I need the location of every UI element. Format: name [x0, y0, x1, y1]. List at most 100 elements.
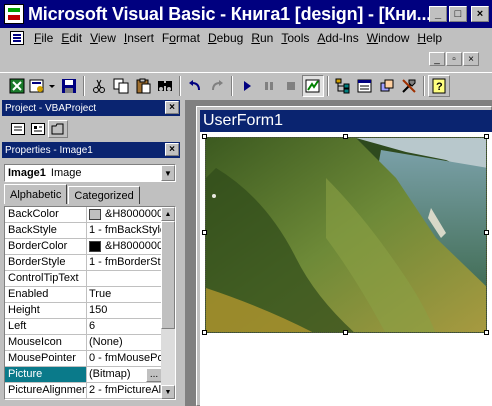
property-row[interactable]: PictureAlignment 2 - fmPictureAl	[5, 383, 163, 399]
property-row[interactable]: MousePointer 0 - fmMousePo	[5, 351, 163, 367]
property-value[interactable]: (Bitmap) ...	[87, 367, 163, 382]
redo-icon[interactable]	[206, 75, 228, 97]
break-icon[interactable]	[258, 75, 280, 97]
project-pane-toolbar	[2, 118, 180, 140]
menu-help[interactable]: Help	[413, 31, 446, 45]
menu-view[interactable]: View	[86, 31, 120, 45]
menu-run[interactable]: Run	[247, 31, 277, 45]
property-value[interactable]: &H8000000	[87, 239, 163, 254]
find-icon[interactable]	[154, 75, 176, 97]
toolbar-separator	[423, 75, 425, 96]
property-value[interactable]: 1 - fmBackStyle	[87, 223, 163, 238]
resize-handle[interactable]	[202, 230, 207, 235]
property-row[interactable]: MouseIcon (None)	[5, 335, 163, 351]
menu-insert[interactable]: Insert	[120, 31, 158, 45]
toolbox-icon[interactable]	[398, 75, 420, 97]
run-icon[interactable]	[236, 75, 258, 97]
chevron-down-icon[interactable]: ▼	[161, 165, 175, 181]
property-row[interactable]: BorderStyle 1 - fmBorderSt	[5, 255, 163, 271]
property-grid: BackColor &H8000000 BackStyle 1 - fmBack…	[4, 206, 176, 400]
title-bar: Microsoft Visual Basic - Книга1 [design]…	[0, 0, 492, 28]
project-explorer-icon[interactable]	[332, 75, 354, 97]
vba-app-icon[interactable]	[4, 4, 24, 24]
menu-format[interactable]: Format	[158, 31, 204, 45]
mdi-restore-button[interactable]: ▫	[446, 52, 462, 66]
maximize-button[interactable]: □	[449, 6, 467, 22]
property-value[interactable]	[87, 271, 163, 286]
undo-icon[interactable]	[184, 75, 206, 97]
tab-categorized[interactable]: Categorized	[68, 186, 140, 204]
property-row[interactable]: BackStyle 1 - fmBackStyle	[5, 223, 163, 239]
property-value[interactable]: True	[87, 287, 163, 302]
resize-handle[interactable]	[202, 330, 207, 335]
property-name: BorderColor	[5, 239, 87, 254]
property-row[interactable]: Enabled True	[5, 287, 163, 303]
object-browser-icon[interactable]	[376, 75, 398, 97]
menu-edit[interactable]: Edit	[57, 31, 86, 45]
properties-scrollbar[interactable]: ▲ ▼	[161, 207, 175, 399]
copy-icon[interactable]	[110, 75, 132, 97]
resize-handle[interactable]	[484, 230, 489, 235]
insert-userform-icon[interactable]	[28, 75, 58, 97]
property-row[interactable]: ControlTipText	[5, 271, 163, 287]
resize-handle[interactable]	[343, 330, 348, 335]
menu-add-ins[interactable]: Add-Ins	[313, 31, 362, 45]
mdi-window-controls: _ ▫ ×	[428, 52, 490, 66]
property-name: Enabled	[5, 287, 87, 302]
property-value[interactable]: 150	[87, 303, 163, 318]
help-icon[interactable]: ?	[428, 74, 450, 97]
property-value[interactable]: &H8000000	[87, 207, 163, 222]
property-value[interactable]: (None)	[87, 335, 163, 350]
resize-handle[interactable]	[484, 330, 489, 335]
property-name: MousePointer	[5, 351, 87, 366]
property-name: Picture	[5, 367, 87, 382]
property-row[interactable]: BorderColor &H8000000	[5, 239, 163, 255]
scroll-thumb[interactable]	[161, 221, 175, 329]
properties-pane-title[interactable]: Properties - Image1 ×	[2, 142, 180, 158]
userform-caption[interactable]: UserForm1	[200, 110, 492, 132]
properties-pane-close-button[interactable]: ×	[165, 143, 179, 156]
project-pane-close-button[interactable]: ×	[165, 101, 179, 114]
resize-handle[interactable]	[202, 134, 207, 139]
view-code-icon[interactable]	[8, 120, 28, 138]
resize-handle[interactable]	[343, 134, 348, 139]
menu-file[interactable]: File	[30, 31, 57, 45]
properties-window-icon[interactable]	[354, 75, 376, 97]
property-name: BackColor	[5, 207, 87, 222]
view-object-icon[interactable]	[28, 120, 48, 138]
object-selector[interactable]: Image1 Image ▼	[4, 164, 176, 182]
property-name: BackStyle	[5, 223, 87, 238]
mdi-close-button[interactable]: ×	[463, 52, 479, 66]
paste-icon[interactable]	[132, 75, 154, 97]
cut-icon[interactable]	[88, 75, 110, 97]
property-value[interactable]: 0 - fmMousePo	[87, 351, 163, 366]
reset-icon[interactable]	[280, 75, 302, 97]
property-name: Height	[5, 303, 87, 318]
save-icon[interactable]	[58, 75, 80, 97]
scroll-up-icon[interactable]: ▲	[161, 207, 175, 221]
mdi-minimize-button[interactable]: _	[429, 52, 445, 66]
property-row[interactable]: Left 6	[5, 319, 163, 335]
project-pane-title[interactable]: Project - VBAProject ×	[2, 100, 180, 116]
standard-toolbar: ?	[0, 72, 492, 98]
menu-debug[interactable]: Debug	[204, 31, 247, 45]
scroll-down-icon[interactable]: ▼	[161, 385, 175, 399]
property-row[interactable]: BackColor &H8000000	[5, 207, 163, 223]
ellipsis-button[interactable]: ...	[146, 367, 162, 382]
toggle-folders-icon[interactable]	[48, 120, 68, 138]
property-value[interactable]: 1 - fmBorderSt	[87, 255, 163, 270]
property-value[interactable]: 2 - fmPictureAl	[87, 383, 163, 398]
tab-alphabetic[interactable]: Alphabetic	[4, 184, 68, 204]
image1-control[interactable]	[205, 137, 487, 333]
minimize-button[interactable]: _	[429, 6, 447, 22]
property-row[interactable]: Height 150	[5, 303, 163, 319]
property-row-selected[interactable]: Picture (Bitmap) ...	[5, 367, 163, 383]
design-mode-icon[interactable]	[302, 74, 324, 97]
close-button[interactable]: ×	[471, 6, 489, 22]
menu-window[interactable]: Window	[363, 31, 414, 45]
menu-tools[interactable]: Tools	[277, 31, 313, 45]
excel-icon[interactable]	[6, 75, 28, 97]
property-value[interactable]: 6	[87, 319, 163, 334]
document-window-icon[interactable]	[10, 31, 24, 45]
resize-handle[interactable]	[484, 134, 489, 139]
